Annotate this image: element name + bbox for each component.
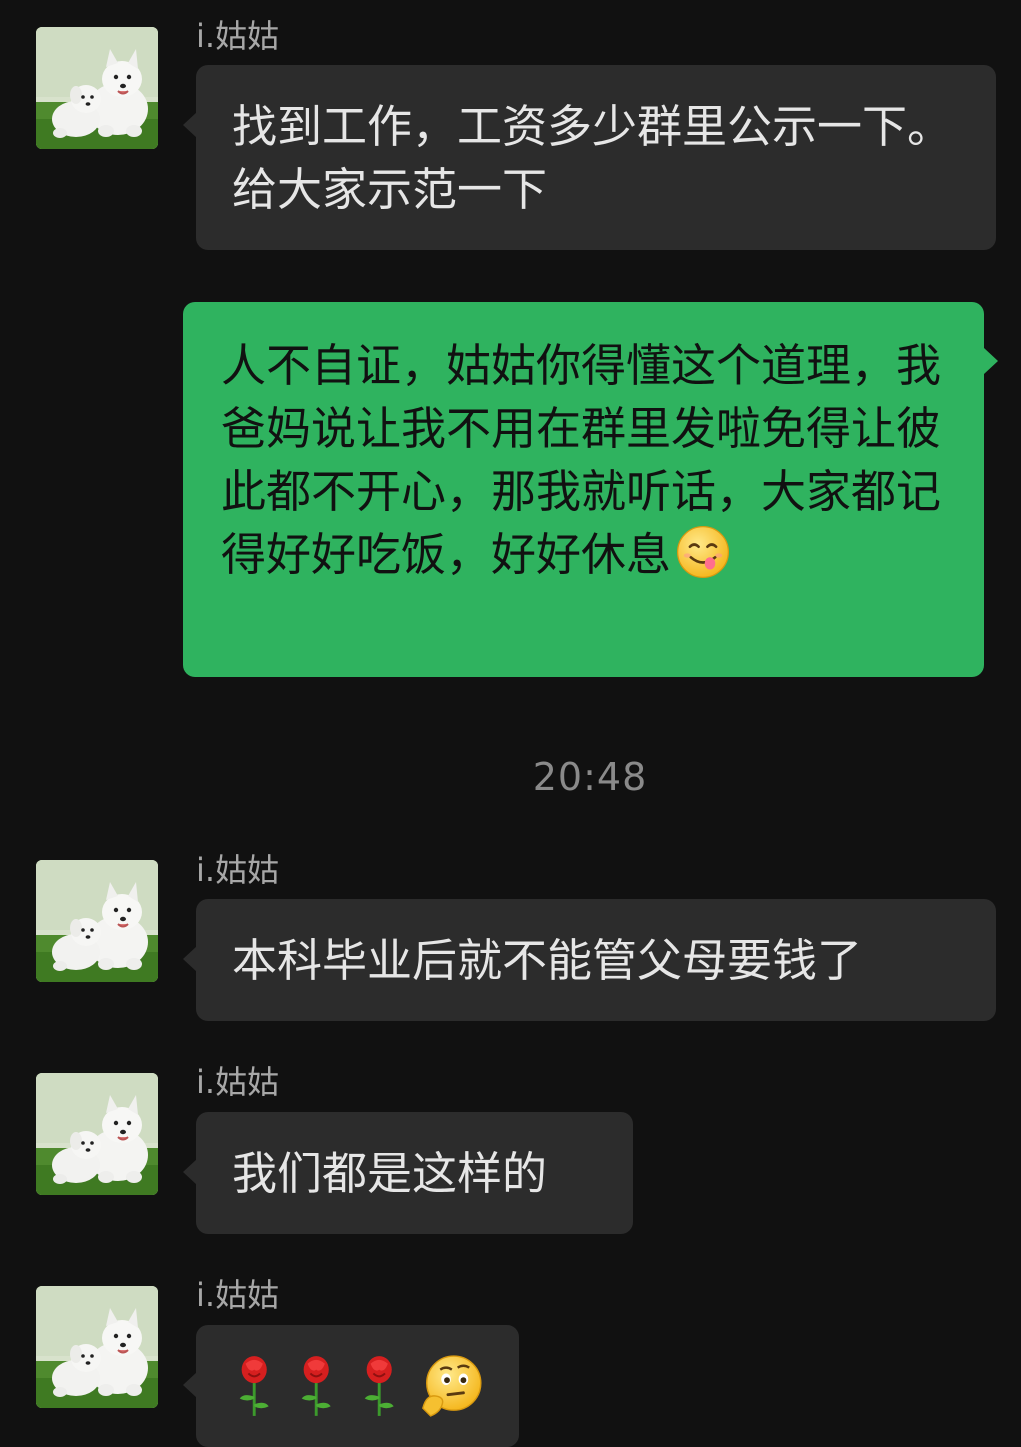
dog-avatar-icon [36,1073,158,1195]
sender-name: i.姑姑 [196,17,280,55]
sender-name: i.姑姑 [196,1063,280,1101]
yum-emoji-icon [675,524,731,580]
dog-avatar-icon [36,860,158,982]
rose-icon [357,1353,401,1419]
sender-avatar[interactable] [36,1073,158,1195]
sender-avatar[interactable] [36,860,158,982]
message-text: 本科毕业后就不能管父母要钱了 [232,934,863,987]
rose-icon [294,1353,338,1419]
message-bubble-incoming[interactable] [183,1325,519,1447]
thinking-face-icon [419,1353,483,1419]
message-bubble-incoming[interactable]: 本科毕业后就不能管父母要钱了 [183,899,996,1021]
sender-avatar[interactable] [36,1286,158,1408]
message-bubble-outgoing[interactable]: 人不自证，姑姑你得懂这个道理，我爸妈说让我不用在群里发啦免得让彼此都不开心，那我… [183,302,998,677]
dog-avatar-icon [36,1286,158,1408]
message-bubble-incoming[interactable]: 我们都是这样的 [183,1112,633,1234]
sender-name: i.姑姑 [196,851,280,889]
rose-icon [232,1353,276,1419]
dog-avatar-icon [36,27,158,149]
sender-name: i.姑姑 [196,1276,280,1314]
message-text: 人不自证，姑姑你得懂这个道理，我爸妈说让我不用在群里发啦免得让彼此都不开心，那我… [221,339,942,581]
message-text: 找到工作，工资多少群里公示一下。给大家示范一下 [232,100,953,216]
sender-avatar[interactable] [36,27,158,149]
message-bubble-incoming[interactable]: 找到工作，工资多少群里公示一下。给大家示范一下 [183,65,996,250]
chat-timestamp: 20:48 [532,755,648,799]
emoji-row [232,1353,483,1419]
message-text: 我们都是这样的 [232,1147,548,1200]
